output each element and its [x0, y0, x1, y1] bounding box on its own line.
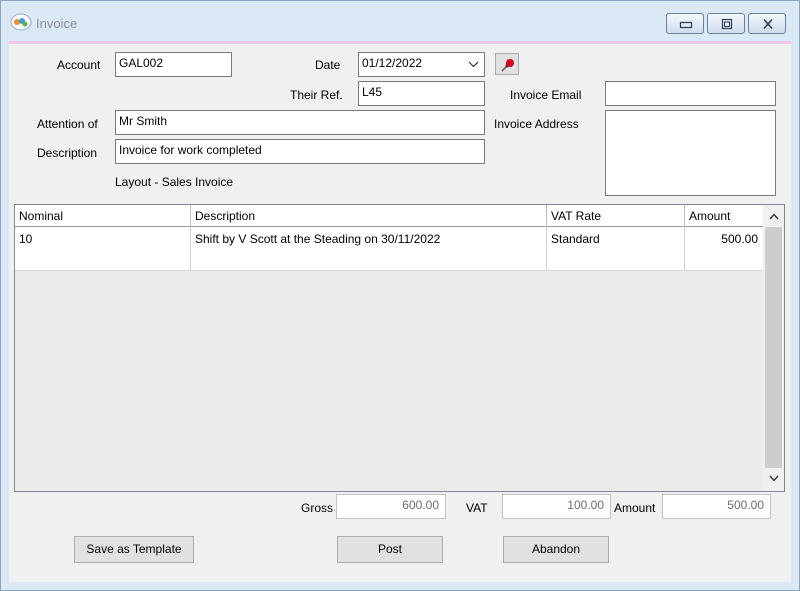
description-label: Description: [37, 146, 98, 160]
their-ref-field[interactable]: L45: [358, 81, 485, 106]
gross-field: 600.00: [336, 494, 446, 519]
cell-description[interactable]: Shift by V Scott at the Steading on 30/1…: [191, 227, 547, 271]
chevron-down-icon: [769, 475, 779, 482]
account-field[interactable]: GAL002: [115, 52, 232, 77]
column-header-vat-rate[interactable]: VAT Rate: [547, 205, 685, 227]
amount-field: 500.00: [662, 494, 771, 519]
column-header-nominal[interactable]: Nominal: [15, 205, 191, 227]
invoice-address-label: Invoice Address: [494, 117, 579, 131]
grid-header: Nominal Description VAT Rate Amount: [15, 205, 763, 227]
title-bar[interactable]: Invoice: [1, 1, 799, 41]
cell-vat-rate[interactable]: Standard: [547, 227, 685, 271]
attention-field[interactable]: Mr Smith: [115, 110, 485, 135]
abandon-button[interactable]: Abandon: [503, 536, 609, 563]
pin-button[interactable]: [495, 53, 519, 75]
invoice-email-field[interactable]: [605, 81, 776, 106]
close-button[interactable]: [748, 13, 786, 34]
invoice-app-icon: [10, 13, 32, 31]
grid-vertical-scrollbar[interactable]: [763, 205, 784, 491]
invoice-address-field[interactable]: [605, 110, 776, 196]
invoice-form: Account GAL002 Date 01/12/2022 Their Ref…: [9, 44, 791, 582]
date-field[interactable]: 01/12/2022: [358, 52, 485, 77]
date-label: Date: [315, 58, 341, 72]
column-header-amount[interactable]: Amount: [685, 205, 763, 227]
close-icon: [763, 18, 773, 30]
window-title: Invoice: [36, 16, 78, 31]
gross-label: Gross: [301, 501, 334, 515]
chevron-down-icon[interactable]: [468, 61, 479, 68]
layout-text: Layout - Sales Invoice: [115, 175, 234, 189]
cell-amount[interactable]: 500.00: [685, 227, 763, 271]
minimize-icon: [679, 21, 693, 29]
chevron-up-icon: [769, 213, 779, 220]
scroll-up-button[interactable]: [763, 207, 784, 227]
post-button[interactable]: Post: [337, 536, 443, 563]
save-as-template-button[interactable]: Save as Template: [74, 536, 194, 563]
vat-field: 100.00: [502, 494, 611, 519]
scroll-down-button[interactable]: [763, 469, 784, 489]
attention-label: Attention of: [37, 117, 98, 131]
pushpin-icon: [501, 59, 514, 72]
vat-label: VAT: [466, 501, 488, 515]
column-header-description[interactable]: Description: [191, 205, 547, 227]
maximize-button[interactable]: [707, 13, 745, 34]
amount-label: Amount: [614, 501, 656, 515]
account-label: Account: [57, 58, 101, 72]
minimize-button[interactable]: [666, 13, 704, 34]
scroll-thumb[interactable]: [765, 227, 782, 468]
cell-nominal[interactable]: 10: [15, 227, 191, 271]
invoice-window: Invoice Account GAL002 Date 01/12/2022 T…: [0, 0, 800, 591]
invoice-email-label: Invoice Email: [510, 88, 582, 102]
their-ref-label: Their Ref.: [290, 88, 343, 102]
date-value: 01/12/2022: [362, 56, 423, 70]
table-row[interactable]: 10 Shift by V Scott at the Steading on 3…: [15, 227, 763, 271]
maximize-icon: [721, 18, 733, 30]
invoice-lines-grid[interactable]: Nominal Description VAT Rate Amount 10 S…: [14, 204, 785, 492]
description-field[interactable]: Invoice for work completed: [115, 139, 485, 164]
